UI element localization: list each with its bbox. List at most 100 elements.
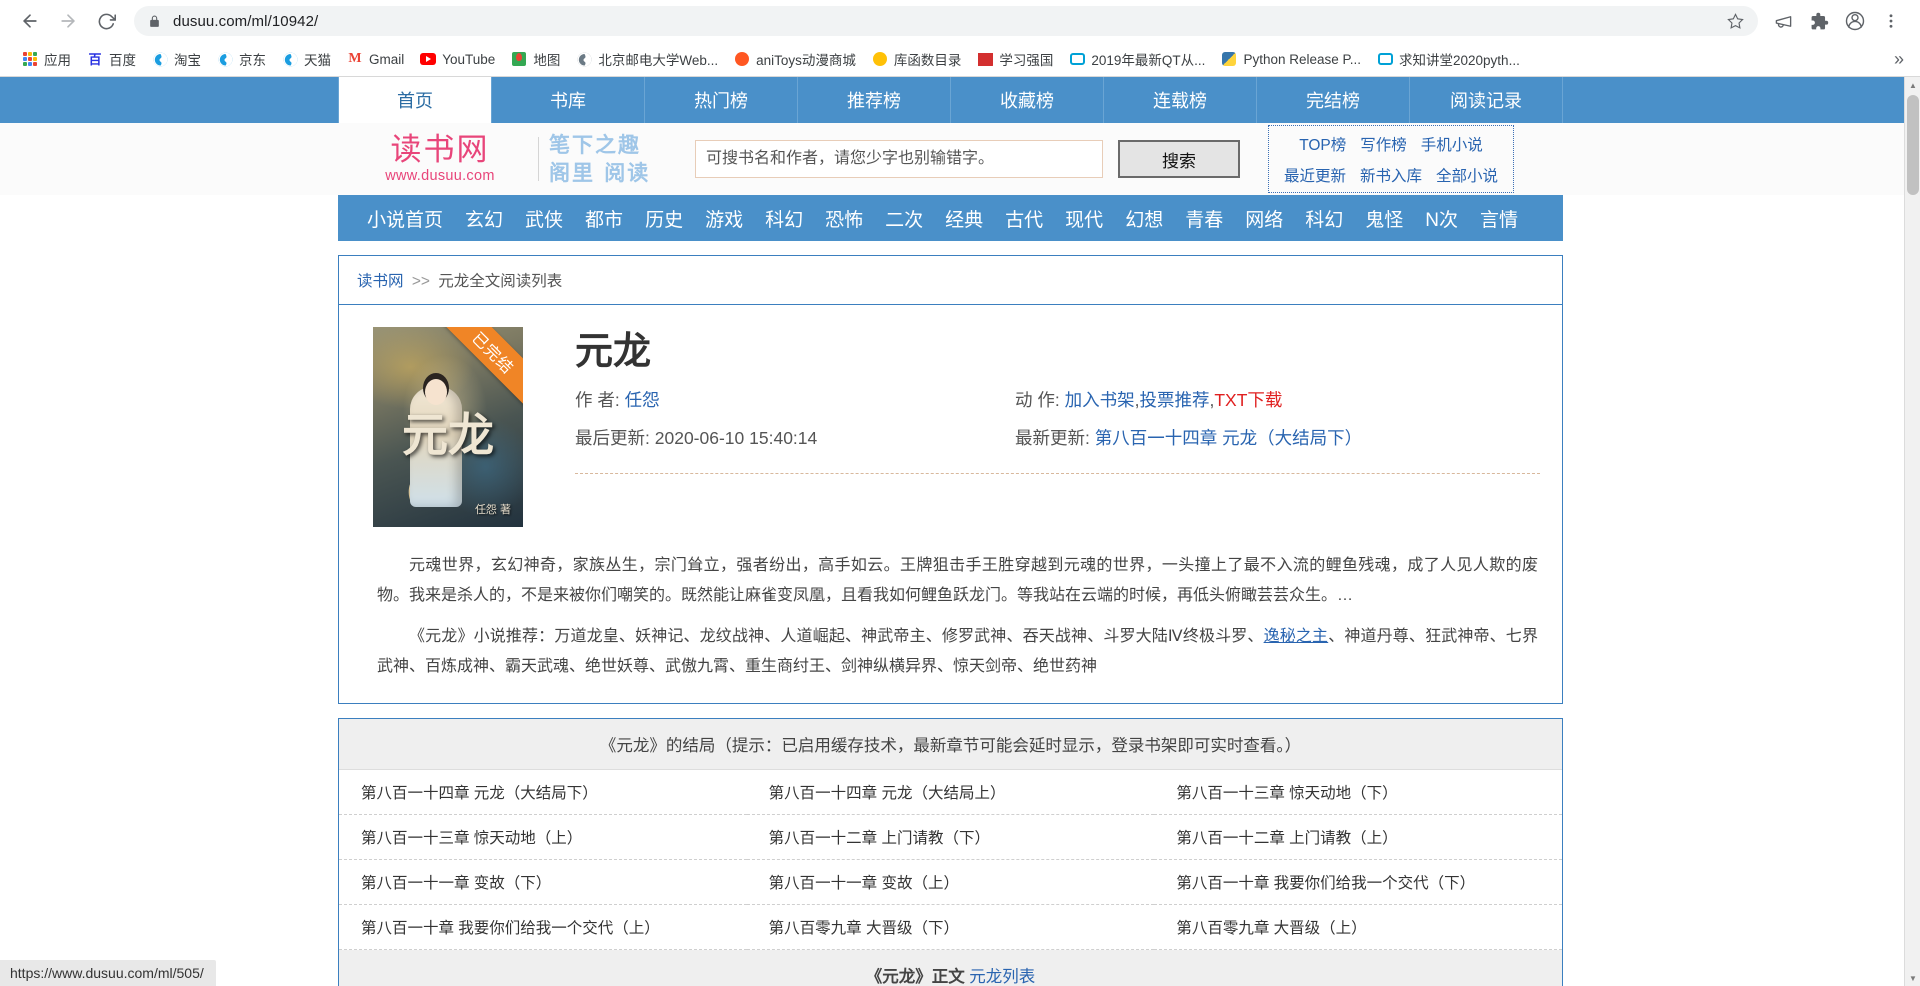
forward-button[interactable]	[50, 3, 86, 39]
vote-recommend-link[interactable]: 投票推荐	[1139, 390, 1209, 410]
profile-avatar-icon[interactable]	[1838, 4, 1872, 38]
logo-url: www.dusuu.com	[385, 168, 495, 185]
latest-chapter-link[interactable]: 第八百一十四章 元龙（大结局下）	[1095, 428, 1362, 448]
chapter-link[interactable]: 第八百一十一章 变故（下）	[339, 860, 747, 906]
site-slogan: 笔下之趣 阁里 阅读	[549, 131, 667, 188]
cat-ancient[interactable]: 古代	[994, 205, 1054, 232]
chapter-link[interactable]: 第八百一十三章 惊天动地（上）	[339, 815, 747, 861]
tab-recommend-rank[interactable]: 推荐榜	[798, 77, 951, 123]
chapter-link[interactable]: 第八百一十章 我要你们给我一个交代（下）	[1154, 860, 1562, 906]
chapter-link[interactable]: 第八百一十二章 上门请教（下）	[746, 815, 1155, 861]
bookmark-label: 地图	[533, 53, 561, 68]
bookmark-anitoys[interactable]: aniToys动漫商城	[726, 46, 864, 72]
chapter-link[interactable]: 第八百一十四章 元龙（大结局下）	[339, 770, 747, 816]
link-recent-update[interactable]: 最近更新	[1284, 164, 1346, 186]
link-top-rank[interactable]: TOP榜	[1299, 133, 1346, 155]
cat-modern[interactable]: 现代	[1054, 205, 1114, 232]
tab-home[interactable]: 首页	[338, 77, 492, 123]
cat-scifi[interactable]: 科幻	[754, 205, 814, 232]
main-section-list-link[interactable]: 元龙列表	[969, 968, 1035, 986]
chapter-link[interactable]: 第八百一十三章 惊天动地（下）	[1154, 770, 1562, 816]
link-writing-rank[interactable]: 写作榜	[1360, 133, 1407, 155]
bookmark-xuexiqiangguo[interactable]: 学习强国	[969, 46, 1061, 72]
cat-fantasy[interactable]: 幻想	[1114, 205, 1174, 232]
bookmark-libfunc[interactable]: 库函数目录	[864, 46, 970, 72]
book-cover[interactable]: 元龙 任怨 著 已完结	[373, 327, 523, 527]
txt-download-link[interactable]: TXT下载	[1214, 390, 1282, 410]
link-new-books[interactable]: 新书入库	[1360, 164, 1422, 186]
cat-romance[interactable]: 言情	[1469, 205, 1529, 232]
cat-classic[interactable]: 经典	[934, 205, 994, 232]
chapter-link[interactable]: 第八百一十章 我要你们给我一个交代（上）	[339, 905, 747, 951]
bookmark-gmail[interactable]: M Gmail	[339, 48, 412, 70]
reload-button[interactable]	[88, 3, 124, 39]
cat-horror[interactable]: 恐怖	[814, 205, 874, 232]
author-label: 作 者:	[575, 389, 620, 410]
browser-toolbar: dusuu.com/ml/10942/	[0, 0, 1920, 42]
tab-serial-rank[interactable]: 连载榜	[1104, 77, 1257, 123]
cat-network[interactable]: 网络	[1234, 205, 1294, 232]
slogan-line-1: 笔下之趣	[549, 131, 641, 157]
cat-wuxia[interactable]: 武侠	[514, 205, 574, 232]
tab-hot-rank[interactable]: 热门榜	[645, 77, 798, 123]
bookmarks-overflow-button[interactable]: »	[1888, 49, 1910, 70]
cat-erci[interactable]: 二次	[874, 205, 934, 232]
tab-reading-history[interactable]: 阅读记录	[1410, 77, 1563, 123]
chapter-link[interactable]: 第八百一十二章 上门请教（上）	[1154, 815, 1562, 861]
link-all-novels[interactable]: 全部小说	[1436, 164, 1498, 186]
address-bar[interactable]: dusuu.com/ml/10942/	[134, 6, 1758, 36]
chapter-link[interactable]: 第八百一十四章 元龙（大结局上）	[746, 770, 1155, 816]
bookmark-youtube[interactable]: YouTube	[412, 48, 503, 70]
bookmark-baidu[interactable]: 百 百度	[79, 46, 144, 72]
ending-chapter-grid: 第八百一十四章 元龙（大结局下） 第八百一十四章 元龙（大结局上） 第八百一十三…	[339, 770, 1562, 951]
extension-chip-icon[interactable]	[1766, 4, 1800, 38]
breadcrumb-home[interactable]: 读书网	[357, 273, 404, 290]
search-area: 搜索	[695, 140, 1240, 178]
extensions-puzzle-icon[interactable]	[1802, 4, 1836, 38]
cat-game[interactable]: 游戏	[694, 205, 754, 232]
scroll-up-arrow[interactable]: ▲	[1905, 77, 1920, 93]
back-button[interactable]	[12, 3, 48, 39]
bookmark-bupt[interactable]: 北京邮电大学Web...	[568, 46, 726, 72]
page-scrollbar[interactable]: ▲ ▼	[1904, 77, 1920, 986]
bookmark-qiuzhi2020[interactable]: 求知讲堂2020pyth...	[1369, 46, 1528, 72]
category-nav: 小说首页 玄幻 武侠 都市 历史 游戏 科幻 恐怖 二次 经典 古代 现代 幻想…	[338, 195, 1563, 241]
ending-section-header: 《元龙》的结局（提示：已启用缓存技术，最新章节可能会延时显示，登录书架即可实时查…	[339, 719, 1562, 771]
cat-nci[interactable]: N次	[1414, 205, 1469, 232]
bookmark-jd[interactable]: 京东	[209, 46, 274, 72]
recommendation-text: 《元龙》小说推荐：万道龙皇、妖神记、龙纹战神、人道崛起、神武帝主、修罗武神、吞天…	[377, 622, 1538, 681]
site-top-nav: 首页 书库 热门榜 推荐榜 收藏榜 连载榜 完结榜 阅读记录	[0, 77, 1904, 123]
bookmark-qt2019[interactable]: 2019年最新QT从...	[1061, 46, 1213, 72]
author-link[interactable]: 任怨	[625, 390, 660, 410]
cat-scifi-2[interactable]: 科幻	[1294, 205, 1354, 232]
cat-xuanhuan[interactable]: 玄幻	[454, 205, 514, 232]
cat-youth[interactable]: 青春	[1174, 205, 1234, 232]
cat-novel-home[interactable]: 小说首页	[356, 205, 454, 232]
add-to-shelf-link[interactable]: 加入书架	[1065, 390, 1135, 410]
bookmark-apps[interactable]: 应用	[14, 46, 79, 72]
scroll-down-arrow[interactable]: ▼	[1905, 970, 1920, 986]
recommend-highlight-link[interactable]: 逸秘之主	[1264, 628, 1329, 645]
cat-urban[interactable]: 都市	[574, 205, 634, 232]
search-button[interactable]: 搜索	[1118, 140, 1240, 178]
chapter-link[interactable]: 第八百一十一章 变故（上）	[746, 860, 1155, 906]
chrome-menu-icon[interactable]	[1874, 4, 1908, 38]
scrollbar-thumb[interactable]	[1907, 95, 1919, 195]
bookmark-tmall[interactable]: 天猫	[274, 46, 339, 72]
cat-history[interactable]: 历史	[634, 205, 694, 232]
site-logo[interactable]: 读书网 www.dusuu.com	[338, 134, 528, 185]
chapter-link[interactable]: 第八百零九章 大晋级（下）	[746, 905, 1155, 951]
bookmark-python-release[interactable]: Python Release P...	[1213, 48, 1369, 70]
link-mobile-novel[interactable]: 手机小说	[1421, 133, 1483, 155]
bookmark-star-icon[interactable]	[1719, 12, 1744, 30]
tab-finished-rank[interactable]: 完结榜	[1257, 77, 1410, 123]
tab-favorite-rank[interactable]: 收藏榜	[951, 77, 1104, 123]
recommend-prefix: 《元龙》小说推荐：	[409, 628, 555, 646]
tab-library[interactable]: 书库	[492, 77, 645, 123]
search-input[interactable]	[695, 140, 1103, 178]
bookmark-taobao[interactable]: 淘宝	[144, 46, 209, 72]
cat-ghost[interactable]: 鬼怪	[1354, 205, 1414, 232]
book-meta: 元龙 作 者: 任怨 动 作: 加入书架,投票推荐,TXT下载 最后更新: 20…	[523, 327, 1540, 527]
chapter-link[interactable]: 第八百零九章 大晋级（上）	[1154, 905, 1562, 951]
bookmark-maps[interactable]: 地图	[503, 46, 568, 72]
